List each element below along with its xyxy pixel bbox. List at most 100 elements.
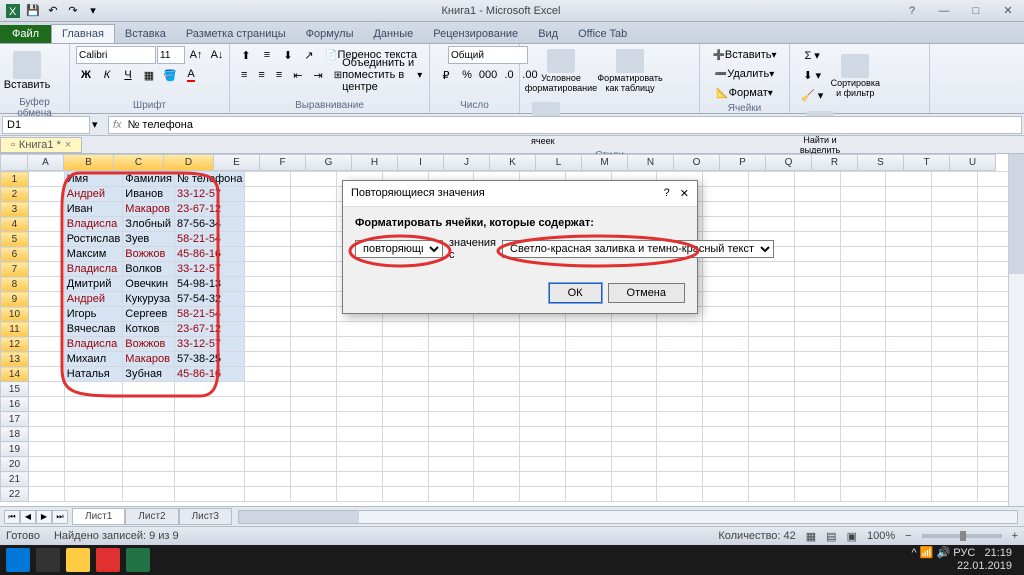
cell[interactable] — [291, 442, 337, 457]
cell[interactable] — [886, 322, 932, 337]
cell[interactable] — [474, 382, 520, 397]
cell[interactable] — [749, 202, 795, 217]
cell[interactable] — [520, 457, 566, 472]
cell[interactable] — [428, 457, 474, 472]
taskview-icon[interactable] — [36, 548, 60, 572]
cell[interactable] — [703, 202, 749, 217]
cell[interactable]: 33-12-57 — [175, 187, 245, 202]
cell[interactable] — [794, 472, 840, 487]
cell[interactable] — [703, 382, 749, 397]
cell[interactable] — [794, 292, 840, 307]
cell[interactable]: Котков — [123, 322, 175, 337]
cell[interactable] — [565, 397, 611, 412]
cell[interactable] — [703, 262, 749, 277]
cell[interactable] — [175, 472, 245, 487]
percent-icon[interactable]: % — [457, 66, 477, 84]
tray-sound-icon[interactable]: 🔊 — [937, 547, 951, 559]
dialog-close-icon[interactable]: ✕ — [680, 187, 689, 200]
row-header[interactable]: 12 — [1, 337, 29, 352]
cell[interactable] — [28, 472, 64, 487]
cell[interactable] — [245, 352, 291, 367]
cell[interactable] — [382, 322, 428, 337]
cell[interactable] — [245, 187, 291, 202]
row-header[interactable]: 7 — [1, 262, 29, 277]
row-header[interactable]: 2 — [1, 187, 29, 202]
inc-dec-icon[interactable]: .0 — [499, 66, 519, 84]
currency-icon[interactable]: ₽ — [436, 66, 456, 84]
cell[interactable] — [245, 457, 291, 472]
cell[interactable] — [28, 487, 64, 502]
cell[interactable] — [932, 262, 978, 277]
cell[interactable] — [886, 202, 932, 217]
cell[interactable] — [28, 232, 64, 247]
cell[interactable] — [520, 472, 566, 487]
clear-icon[interactable]: 🧹 ▾ — [796, 86, 828, 105]
cell[interactable] — [840, 202, 886, 217]
cell[interactable] — [291, 277, 337, 292]
col-header-S[interactable]: S — [858, 154, 904, 171]
cell[interactable] — [657, 487, 703, 502]
cell[interactable] — [474, 472, 520, 487]
cell[interactable] — [520, 337, 566, 352]
cell[interactable] — [28, 262, 64, 277]
col-header-R[interactable]: R — [812, 154, 858, 171]
cell[interactable] — [703, 487, 749, 502]
align-center-icon[interactable]: ≡ — [253, 66, 269, 84]
name-box-dropdown[interactable]: ▾ — [92, 118, 106, 131]
workbook-tab[interactable]: ▫ Книга1 * × — [0, 137, 82, 153]
cell[interactable] — [840, 412, 886, 427]
cell[interactable] — [886, 382, 932, 397]
cell[interactable] — [886, 427, 932, 442]
cell[interactable]: 87-56-34 — [175, 217, 245, 232]
row-header[interactable]: 19 — [1, 442, 29, 457]
cell[interactable] — [291, 412, 337, 427]
maximize-button[interactable]: □ — [964, 3, 988, 19]
cell[interactable]: Андрей — [64, 187, 123, 202]
cell[interactable] — [932, 277, 978, 292]
browser-icon[interactable] — [96, 548, 120, 572]
cell[interactable] — [794, 217, 840, 232]
cell[interactable] — [794, 457, 840, 472]
cell[interactable] — [611, 457, 657, 472]
col-header-E[interactable]: E — [214, 154, 260, 171]
cell[interactable] — [703, 472, 749, 487]
indent-inc-icon[interactable]: ⇥ — [308, 66, 327, 84]
cell[interactable] — [565, 427, 611, 442]
cell[interactable] — [291, 262, 337, 277]
zoom-slider[interactable] — [922, 534, 1002, 538]
cell[interactable]: Наталья — [64, 367, 123, 382]
cell[interactable] — [932, 202, 978, 217]
cell[interactable] — [64, 457, 123, 472]
cell[interactable] — [703, 322, 749, 337]
col-header-A[interactable]: A — [28, 154, 64, 171]
format-cells-button[interactable]: 📐 Формат ▾ — [711, 84, 778, 102]
cell[interactable] — [474, 367, 520, 382]
row-header[interactable]: 18 — [1, 427, 29, 442]
cell[interactable] — [123, 412, 175, 427]
col-header-C[interactable]: C — [114, 154, 164, 171]
help-icon[interactable]: ? — [900, 3, 924, 19]
cell[interactable] — [565, 442, 611, 457]
cell[interactable] — [337, 367, 383, 382]
cell[interactable] — [840, 307, 886, 322]
col-header-T[interactable]: T — [904, 154, 950, 171]
increase-font-icon[interactable]: A↑ — [186, 46, 206, 64]
cell[interactable]: 33-12-57 — [175, 262, 245, 277]
cell[interactable] — [28, 382, 64, 397]
cell[interactable] — [840, 442, 886, 457]
cell[interactable] — [794, 367, 840, 382]
col-header-F[interactable]: F — [260, 154, 306, 171]
row-header[interactable]: 1 — [1, 172, 29, 187]
cell[interactable] — [520, 412, 566, 427]
cell[interactable] — [840, 172, 886, 187]
cell[interactable] — [175, 397, 245, 412]
cell[interactable] — [749, 397, 795, 412]
qat-more-icon[interactable]: ▾ — [84, 2, 102, 20]
cell[interactable] — [291, 172, 337, 187]
row-header[interactable]: 16 — [1, 397, 29, 412]
cell[interactable] — [565, 457, 611, 472]
cell[interactable] — [932, 172, 978, 187]
cell[interactable] — [703, 217, 749, 232]
explorer-icon[interactable] — [66, 548, 90, 572]
cell[interactable] — [28, 322, 64, 337]
